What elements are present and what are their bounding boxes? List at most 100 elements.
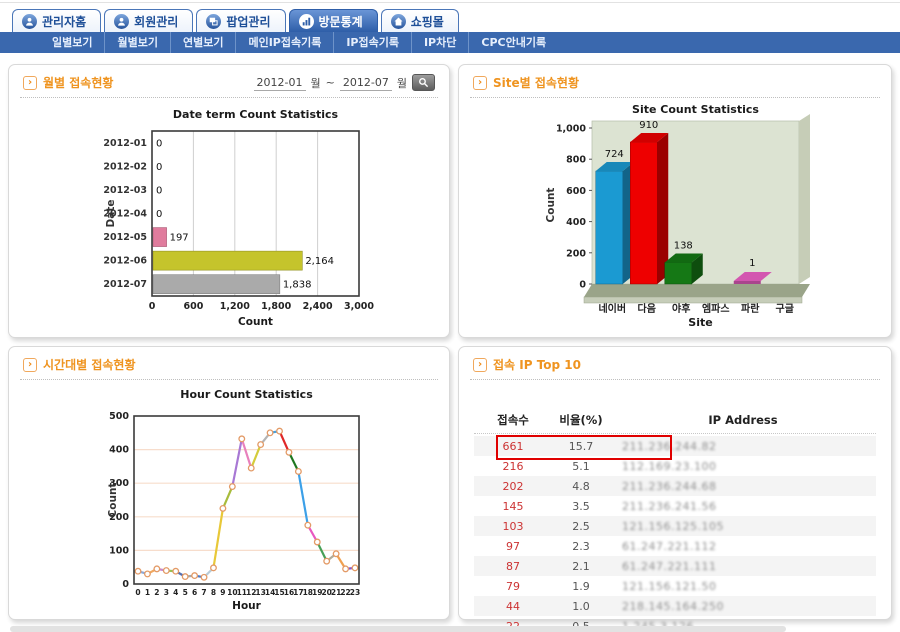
svg-text:910: 910 (639, 120, 658, 131)
panel-title: Site별 접속현황 (493, 74, 579, 91)
ratio-cell: 3.5 (552, 500, 610, 513)
ip-table-row: 441.0218.145.164.250 (474, 596, 876, 616)
magnifier-icon (418, 77, 429, 88)
count-cell: 145 (474, 500, 552, 513)
svg-text:야후: 야후 (672, 302, 690, 315)
tab-admin-home[interactable]: 관리자홈 (12, 9, 101, 32)
svg-text:0: 0 (156, 209, 162, 220)
panel-header: › 월별 접속현황 월 ~ 월 (9, 65, 449, 97)
count-cell: 87 (474, 560, 552, 573)
subnav-item-0[interactable]: 일별보기 (40, 32, 104, 53)
count-cell: 202 (474, 480, 552, 493)
tilde-label: ~ (326, 76, 335, 89)
dotted-divider (20, 97, 438, 98)
bar-chart-icon (302, 17, 311, 26)
subnav-item-6[interactable]: CPC안내기록 (468, 32, 558, 53)
svg-text:8: 8 (211, 588, 216, 597)
col-header-ratio: 비율(%) (552, 412, 610, 428)
ip-table-row: 1032.5121.156.125.105 (474, 516, 876, 536)
svg-text:197: 197 (170, 233, 189, 244)
date-to-input[interactable] (340, 75, 392, 91)
subnav-item-2[interactable]: 연별보기 (170, 32, 235, 53)
subnav-item-5[interactable]: IP차단 (411, 32, 468, 53)
svg-text:엠파스: 엠파스 (702, 302, 730, 315)
svg-text:Site Count Statistics: Site Count Statistics (632, 105, 759, 116)
subnav-item-4[interactable]: IP접속기록 (333, 32, 411, 53)
svg-text:Hour Count Statistics: Hour Count Statistics (180, 388, 313, 401)
ip-table-row: 2165.1112.169.23.100 (474, 456, 876, 476)
ratio-cell: 4.8 (552, 480, 610, 493)
panel-title: 월별 접속현황 (43, 74, 113, 91)
svg-text:138: 138 (674, 240, 693, 251)
subnav-item-1[interactable]: 월별보기 (104, 32, 169, 53)
svg-text:1,200: 1,200 (220, 301, 250, 312)
page: 관리자홈 회원관리 팝업관리 방문통계쇼핑몰 일별보기월별보기연별보기메인IP접속기록… (0, 0, 900, 632)
ip-cell: 61.247.221.112 (610, 540, 876, 553)
svg-text:724: 724 (605, 149, 624, 160)
svg-text:Date: Date (105, 200, 117, 228)
tab-label: 회원관리 (134, 13, 178, 30)
ip-table-row: 872.161.247.221.111 (474, 556, 876, 576)
count-cell: 97 (474, 540, 552, 553)
svg-text:Site: Site (688, 316, 712, 329)
svg-text:600: 600 (183, 301, 203, 312)
svg-text:Count: Count (545, 188, 557, 223)
search-button[interactable] (412, 74, 435, 91)
panel-monthly-access: › 월별 접속현황 월 ~ 월 Date term Count Statisti… (8, 64, 450, 338)
arrow-bullet-icon: › (23, 76, 37, 90)
site-3d-bar-chart: Site Count Statistics02004006008001,0007… (467, 105, 883, 335)
footer-strip (10, 626, 786, 632)
person-icon (117, 17, 126, 26)
svg-text:100: 100 (109, 545, 129, 556)
tab-shopping-mall[interactable]: 쇼핑몰 (381, 9, 459, 32)
ip-cell: 211.236.244.68 (610, 480, 876, 493)
ip-table-row: 66115.7211.236.244.82 (474, 436, 876, 456)
svg-text:1,000: 1,000 (556, 124, 586, 135)
ratio-cell: 15.7 (552, 440, 610, 453)
col-header-ip: IP Address (610, 413, 876, 427)
svg-text:500: 500 (109, 411, 129, 422)
subnav-item-3[interactable]: 메인IP접속기록 (235, 32, 333, 53)
ip-cell: 121.156.125.105 (610, 520, 876, 533)
svg-text:다음: 다음 (638, 302, 656, 315)
svg-text:구글: 구글 (776, 303, 794, 315)
ip-table-row: 972.361.247.221.112 (474, 536, 876, 556)
svg-text:2,400: 2,400 (303, 301, 333, 312)
tab-label: 팝업관리 (226, 13, 270, 30)
svg-text:6: 6 (192, 588, 197, 597)
ip-table-header: 접속수 비율(%) IP Address (474, 407, 876, 433)
month-unit-label: 월 (311, 75, 321, 91)
count-cell: 44 (474, 600, 552, 613)
panel-site-access: › Site별 접속현황 Site Count Statistics020040… (458, 64, 892, 338)
panel-title: 시간대별 접속현황 (43, 356, 136, 373)
dotted-divider (474, 433, 876, 434)
tab-member-mgmt[interactable]: 회원관리 (104, 9, 193, 32)
ip-cell: 211.236.241.56 (610, 500, 876, 513)
svg-text:0: 0 (149, 301, 156, 312)
svg-text:800: 800 (566, 155, 586, 166)
panel-title: 접속 IP Top 10 (493, 356, 581, 373)
ratio-cell: 2.1 (552, 560, 610, 573)
svg-text:2012-05: 2012-05 (103, 232, 147, 243)
date-from-input[interactable] (254, 75, 306, 91)
svg-text:2012-02: 2012-02 (103, 161, 147, 172)
person-icon (25, 17, 34, 26)
svg-text:0: 0 (122, 579, 129, 590)
ip-table: 접속수 비율(%) IP Address 66115.7211.236.244.… (474, 407, 876, 632)
svg-text:Hour: Hour (232, 600, 261, 612)
svg-text:0: 0 (156, 162, 162, 173)
svg-text:1,838: 1,838 (283, 280, 312, 291)
svg-text:2012-01: 2012-01 (103, 138, 147, 149)
monthly-bar-chart: Date term Count Statistics2012-0102012-0… (17, 105, 441, 335)
svg-text:2012-07: 2012-07 (103, 279, 147, 290)
svg-text:600: 600 (566, 186, 586, 197)
count-cell: 216 (474, 460, 552, 473)
month-unit-label: 월 (397, 75, 407, 91)
dotted-divider (470, 379, 880, 380)
svg-text:Count: Count (107, 483, 119, 518)
tab-visit-stats[interactable]: 방문통계 (289, 9, 378, 32)
svg-text:3: 3 (164, 588, 169, 597)
count-cell: 661 (474, 440, 552, 453)
tab-popup-mgmt[interactable]: 팝업관리 (196, 9, 285, 32)
ip-table-rows: 66115.7211.236.244.822165.1112.169.23.10… (474, 436, 876, 632)
